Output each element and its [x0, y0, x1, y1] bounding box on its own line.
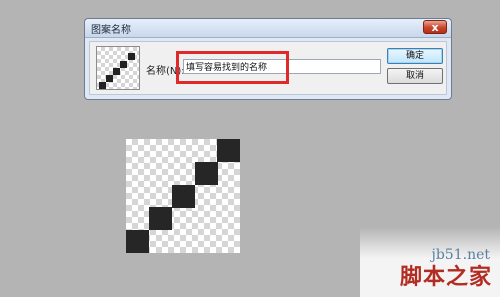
- pattern-square: [149, 207, 172, 230]
- ok-button[interactable]: 确定: [387, 48, 443, 64]
- pattern-square: [120, 61, 127, 68]
- pattern-square: [99, 82, 106, 89]
- close-icon: x: [431, 21, 439, 34]
- pattern-square: [126, 230, 149, 253]
- watermark-logo-text: 脚本之家: [399, 265, 492, 290]
- watermark: jb51.net 脚本之家: [360, 227, 500, 297]
- pattern-thumbnail: [96, 46, 140, 90]
- pattern-name-dialog: 图案名称 x 名称(N): 确定 取消: [84, 18, 452, 100]
- pattern-square: [195, 162, 218, 185]
- dialog-body: 名称(N): 确定 取消: [89, 41, 447, 95]
- pattern-square: [113, 68, 120, 75]
- name-label: 名称(N):: [146, 66, 185, 77]
- name-input[interactable]: [183, 59, 381, 74]
- pattern-preview: [126, 139, 240, 253]
- close-button[interactable]: x: [423, 20, 447, 34]
- pattern-square: [217, 139, 240, 162]
- pattern-square: [106, 75, 113, 82]
- cancel-button[interactable]: 取消: [387, 68, 443, 84]
- pattern-square: [172, 185, 195, 208]
- dialog-title: 图案名称: [91, 25, 131, 36]
- dialog-titlebar: 图案名称 x: [85, 19, 451, 38]
- pattern-square: [128, 53, 135, 60]
